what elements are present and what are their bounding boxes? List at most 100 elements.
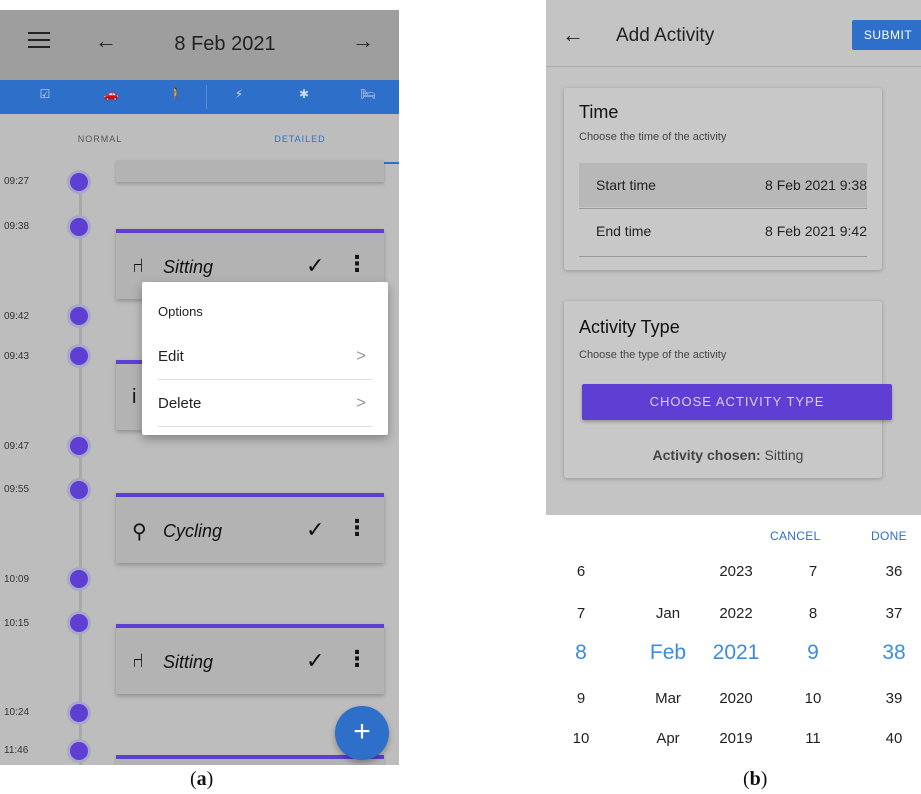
timeline-dot[interactable] [70, 614, 88, 632]
picker-hour-option[interactable]: 7 [783, 563, 843, 580]
next-day-arrow-icon[interactable]: → [352, 28, 374, 54]
app-bar: ← Add Activity SUBMIT [546, 10, 921, 66]
caption-a: (a) [190, 768, 214, 790]
picker-hour-option[interactable]: 11 [783, 730, 843, 747]
picker-year-option[interactable]: 2022 [706, 605, 766, 622]
timeline-time: 09:47 [4, 441, 30, 452]
picker-month-option[interactable]: Feb [638, 641, 698, 665]
timeline-time: 11:46 [4, 745, 29, 756]
confirm-check-icon[interactable]: ✓ [306, 517, 324, 543]
timeline-dot[interactable] [70, 307, 88, 325]
more-options-icon[interactable]: ⋮ [346, 251, 368, 277]
time-card: Time Choose the time of the activity Sta… [564, 88, 882, 270]
end-time-label: End time [596, 223, 652, 239]
menu-item-label: Edit [158, 348, 184, 365]
picker-month-option[interactable]: Mar [638, 690, 698, 707]
menu-item-edit[interactable]: Edit > [158, 334, 372, 380]
picker-day-option[interactable]: 10 [551, 730, 611, 747]
tab-normal[interactable]: NORMAL [0, 134, 200, 144]
activity-chosen-text: Activity chosen: Sitting [652, 447, 804, 463]
previous-day-arrow-icon[interactable]: ← [95, 28, 117, 54]
more-options-icon[interactable]: ⋮ [346, 515, 368, 541]
timeline-time: 10:09 [4, 574, 30, 585]
timeline-dot[interactable] [70, 173, 88, 191]
chevron-right-icon: > [356, 346, 366, 365]
activity-label: Cycling [163, 521, 223, 541]
menu-item-delete[interactable]: Delete > [158, 381, 372, 427]
timeline-time: 10:24 [4, 707, 30, 718]
options-menu: Options Edit > Delete > [142, 282, 388, 435]
page-title: Add Activity [616, 25, 715, 46]
picker-day-option[interactable]: 6 [551, 563, 611, 580]
options-title: Options [158, 304, 203, 319]
picker-minute-option[interactable]: 36 [864, 563, 921, 580]
timeline-time: 09:27 [4, 176, 30, 187]
timeline-dot[interactable] [70, 704, 88, 722]
timeline-dot[interactable] [70, 481, 88, 499]
picker-year-option[interactable]: 2020 [706, 690, 766, 707]
picker-year-option[interactable]: 2023 [706, 563, 766, 580]
timeline-time: 09:43 [4, 351, 30, 362]
vehicle-icon[interactable]: 🚗 [99, 87, 123, 101]
seat-icon: ⑁ [132, 650, 144, 672]
picker-year-option[interactable]: 2021 [706, 641, 766, 665]
activity-card-partial[interactable] [116, 755, 384, 765]
start-time-label: Start time [596, 177, 656, 193]
cancel-button[interactable]: CANCEL [770, 529, 820, 543]
bolt-icon[interactable]: ⚡ [227, 87, 251, 101]
picker-hour-option[interactable]: 10 [783, 690, 843, 707]
walk-icon[interactable]: 🚶 [164, 87, 188, 101]
asterisk-icon[interactable]: ✱ [292, 87, 316, 101]
picker-minute-option[interactable]: 39 [864, 690, 921, 707]
activity-label: Sitting [163, 652, 214, 672]
checkbox-icon[interactable]: ☑ [33, 87, 57, 101]
confirm-check-icon[interactable]: ✓ [306, 648, 324, 674]
menu-icon[interactable] [28, 32, 50, 48]
date-title: 8 Feb 2021 [174, 33, 276, 55]
done-button[interactable]: DONE [871, 529, 907, 543]
bed-icon[interactable]: 🛏 [356, 87, 380, 101]
activity-card[interactable]: ⑁ Sitting ✓ ⋮ [116, 624, 384, 694]
caption-b: (b) [743, 768, 768, 790]
divider [546, 66, 921, 67]
picker-minute-option[interactable]: 38 [864, 641, 921, 665]
activity-type-card: Activity Type Choose the type of the act… [564, 301, 892, 478]
picker-minute-option[interactable]: 37 [864, 605, 921, 622]
picker-day-option[interactable]: 7 [551, 605, 611, 622]
activity-filter-bar: ☑ 🚗 🚶 ⚡ ✱ 🛏 [0, 80, 399, 114]
figure: ← 8 Feb 2021 → ☑ 🚗 🚶 ⚡ ✱ 🛏 NORMAL DETAIL… [0, 0, 921, 794]
picker-hour-option[interactable]: 8 [783, 605, 843, 622]
person-icon: i [132, 386, 137, 408]
bicycle-icon: ⚲ [132, 521, 147, 543]
picker-month-option[interactable]: Jan [638, 605, 698, 622]
choose-activity-type-button[interactable]: CHOOSE ACTIVITY TYPE [582, 384, 892, 420]
more-options-icon[interactable]: ⋮ [346, 646, 368, 672]
timeline-dot[interactable] [70, 437, 88, 455]
picker-minute-option[interactable]: 40 [864, 730, 921, 747]
activity-card-partial[interactable] [116, 160, 384, 182]
picker-hour-option[interactable]: 9 [783, 641, 843, 665]
end-time-value: 8 Feb 2021 9:42 [765, 223, 867, 239]
end-time-row[interactable]: End time 8 Feb 2021 9:42 [579, 209, 867, 253]
back-arrow-icon[interactable]: ← [562, 22, 584, 48]
timeline-dot[interactable] [70, 570, 88, 588]
activity-label: Sitting [163, 257, 214, 277]
card-subtitle: Choose the time of the activity [579, 131, 727, 143]
picker-day-option[interactable]: 8 [551, 641, 611, 665]
picker-year-option[interactable]: 2019 [706, 730, 766, 747]
timeline-dot[interactable] [70, 347, 88, 365]
timeline-time: 09:55 [4, 484, 30, 495]
picker-month-option[interactable]: Apr [638, 730, 698, 747]
activity-card[interactable]: ⚲ Cycling ✓ ⋮ [116, 493, 384, 563]
timeline-dot[interactable] [70, 218, 88, 236]
tab-detailed[interactable]: DETAILED [200, 134, 399, 144]
timeline-dot[interactable] [70, 742, 88, 760]
confirm-check-icon[interactable]: ✓ [306, 253, 324, 279]
picker-day-option[interactable]: 9 [551, 690, 611, 707]
submit-button[interactable]: SUBMIT [852, 20, 921, 50]
start-time-row[interactable]: Start time 8 Feb 2021 9:38 [579, 163, 867, 207]
card-subtitle: Choose the type of the activity [579, 349, 727, 361]
add-activity-fab[interactable]: + [335, 706, 389, 760]
app-bar: ← 8 Feb 2021 → [0, 10, 399, 80]
card-title: Activity Type [579, 317, 680, 337]
